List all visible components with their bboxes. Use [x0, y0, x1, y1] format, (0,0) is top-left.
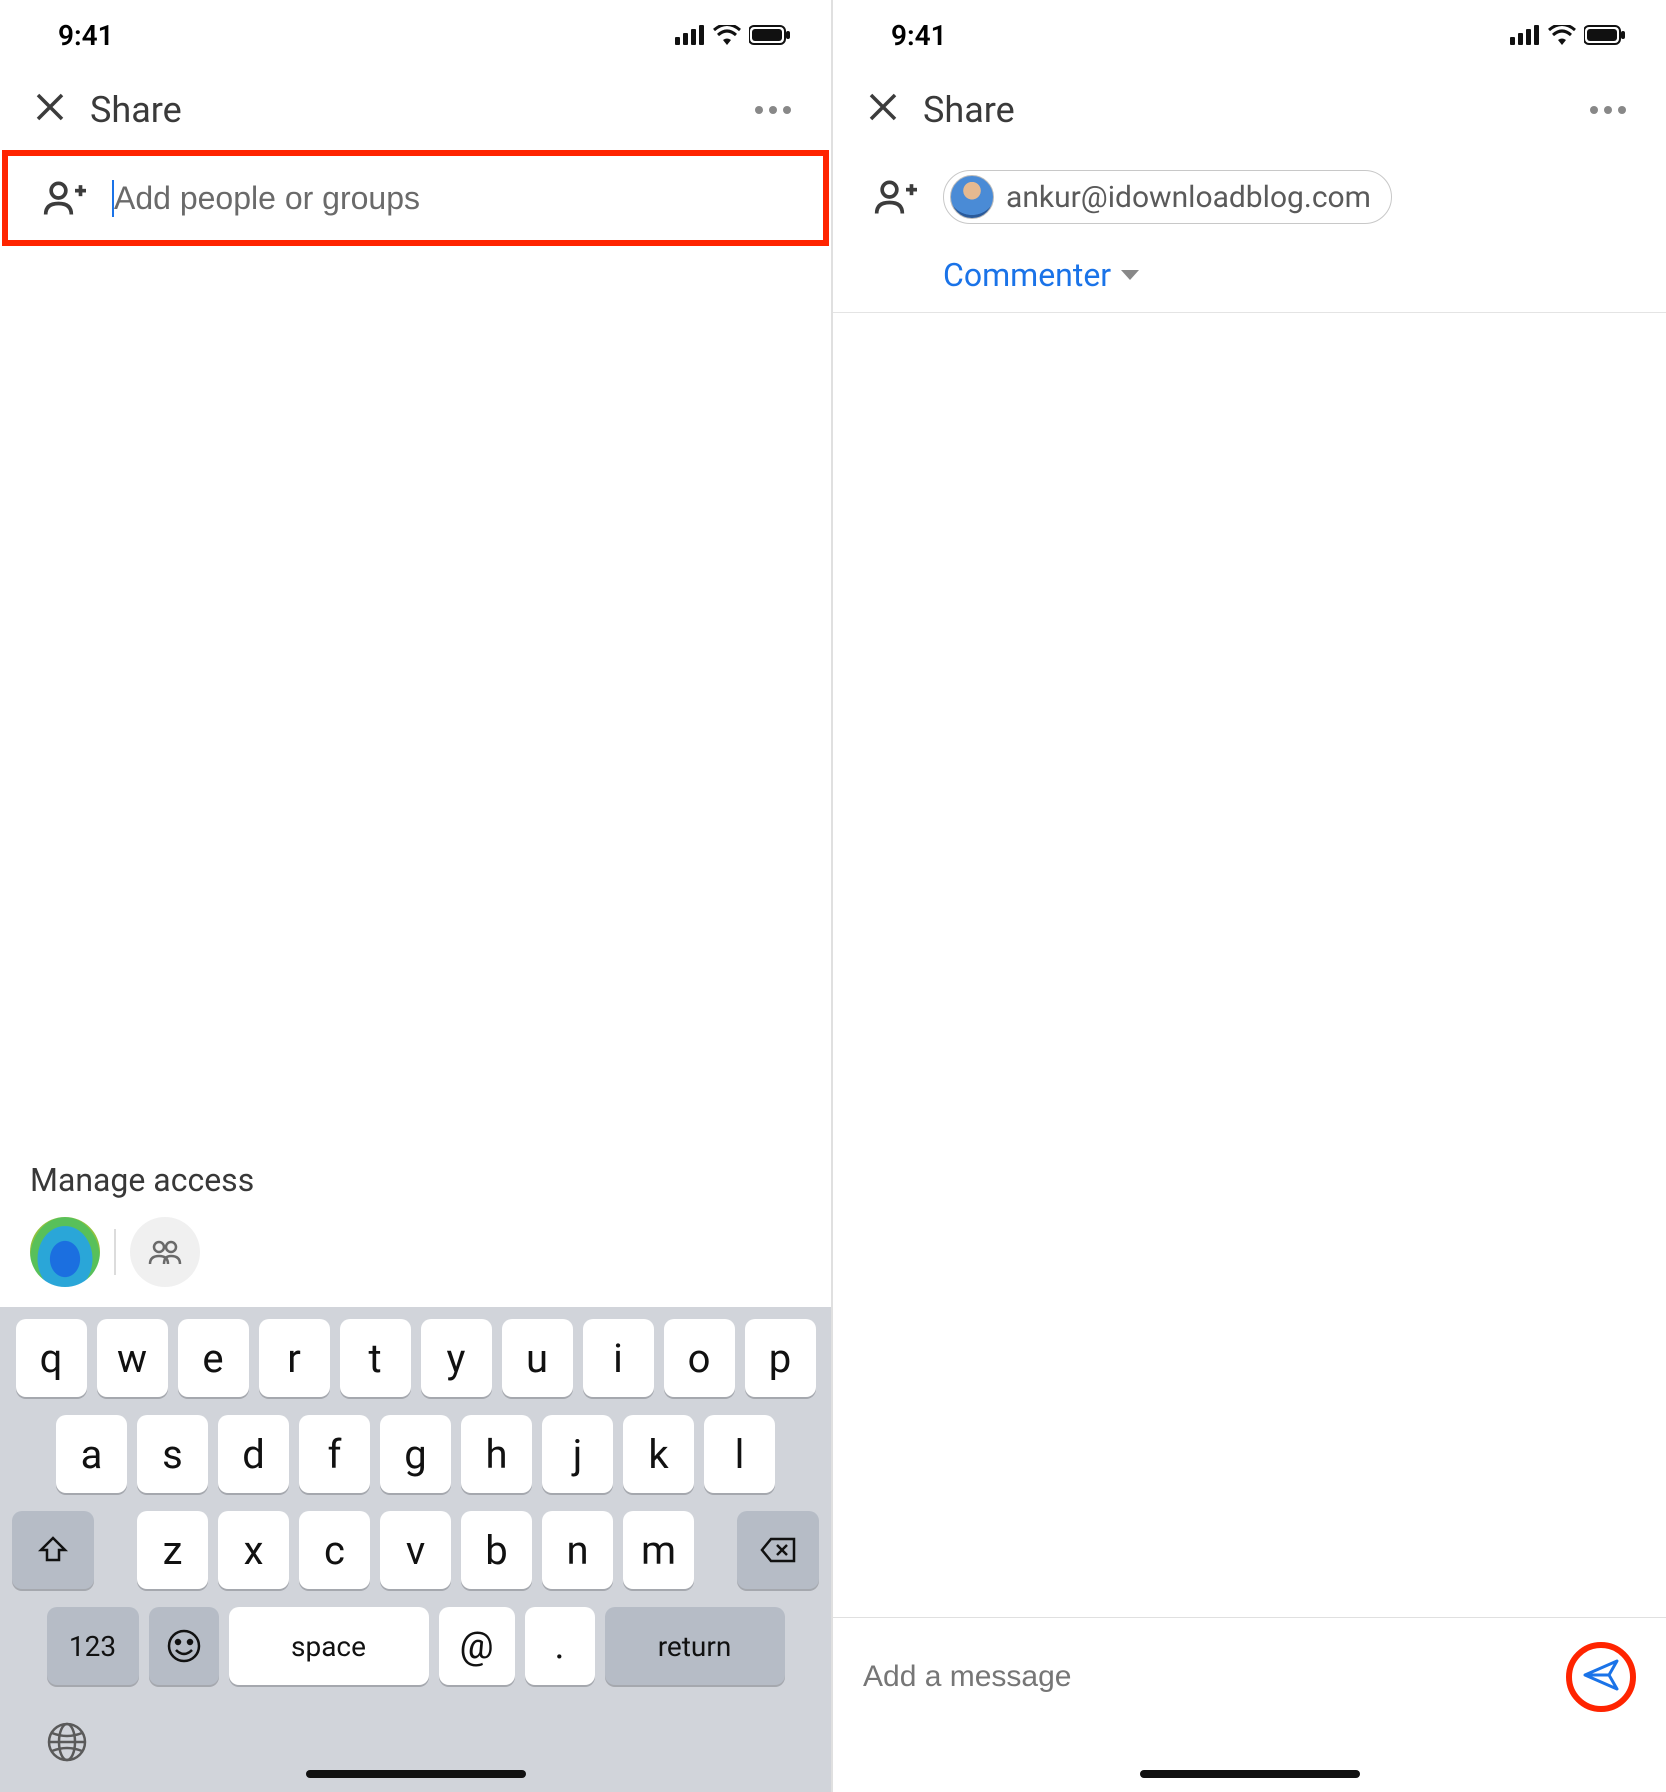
status-bar: 9:41	[833, 0, 1666, 70]
home-indicator[interactable]	[1140, 1770, 1360, 1778]
key-t[interactable]: t	[340, 1319, 411, 1397]
numbers-key[interactable]: 123	[47, 1607, 139, 1685]
home-indicator[interactable]	[306, 1770, 526, 1778]
group-avatar[interactable]	[130, 1217, 200, 1287]
key-l[interactable]: l	[704, 1415, 775, 1493]
add-people-row: ankur@idownloadblog.com	[833, 150, 1666, 244]
space-key[interactable]: space	[229, 1607, 429, 1685]
status-icons	[1510, 25, 1626, 45]
add-people-row[interactable]	[2, 150, 829, 246]
key-f[interactable]: f	[299, 1415, 370, 1493]
manage-access-avatars[interactable]	[30, 1217, 801, 1287]
phone-left: 9:41 Share Manage access	[0, 0, 833, 1792]
recipient-chip[interactable]: ankur@idownloadblog.com	[943, 170, 1392, 224]
empty-area	[0, 246, 831, 1161]
keyboard-row-4: 123 space @ . return	[6, 1607, 825, 1685]
role-dropdown[interactable]: Commenter	[943, 256, 1139, 294]
cellular-icon	[675, 25, 705, 45]
battery-icon	[749, 25, 791, 45]
key-n[interactable]: n	[542, 1511, 613, 1589]
page-title: Share	[923, 89, 1580, 131]
globe-key[interactable]	[46, 1721, 88, 1774]
wifi-icon	[713, 25, 741, 45]
person-add-icon	[42, 176, 86, 220]
recipient-chip-wrap: ankur@idownloadblog.com	[943, 170, 1392, 224]
close-button[interactable]	[30, 89, 70, 131]
recipient-email: ankur@idownloadblog.com	[1006, 180, 1371, 215]
keyboard-row-3: zxcvbnm	[6, 1511, 825, 1589]
phone-right: 9:41 Share ankur@idownloadblog.com Comme…	[833, 0, 1666, 1792]
empty-area	[833, 313, 1666, 1617]
battery-icon	[1584, 25, 1626, 45]
key-u[interactable]: u	[502, 1319, 573, 1397]
send-button-highlight	[1566, 1642, 1636, 1712]
keyboard-bottom-row	[6, 1703, 825, 1774]
key-q[interactable]: q	[16, 1319, 87, 1397]
status-bar: 9:41	[0, 0, 831, 70]
close-icon	[35, 92, 65, 122]
compose-bar	[833, 1617, 1666, 1792]
manage-access-label: Manage access	[30, 1161, 801, 1199]
person-add-icon	[873, 175, 917, 219]
role-label: Commenter	[943, 256, 1111, 294]
cellular-icon	[1510, 25, 1540, 45]
backspace-icon	[759, 1536, 797, 1564]
avatar-divider	[114, 1229, 116, 1275]
page-title: Share	[90, 89, 745, 131]
more-menu-button[interactable]	[745, 96, 801, 124]
message-input[interactable]	[863, 1660, 1554, 1694]
key-p[interactable]: p	[745, 1319, 816, 1397]
key-y[interactable]: y	[421, 1319, 492, 1397]
emoji-key[interactable]	[149, 1607, 219, 1685]
globe-icon	[46, 1721, 88, 1763]
role-row: Commenter	[833, 244, 1666, 313]
send-icon	[1581, 1655, 1621, 1695]
wifi-icon	[1548, 25, 1576, 45]
header: Share	[833, 70, 1666, 150]
add-people-input[interactable]	[112, 180, 799, 217]
close-button[interactable]	[863, 89, 903, 131]
key-v[interactable]: v	[380, 1511, 451, 1589]
more-menu-button[interactable]	[1580, 96, 1636, 124]
close-icon	[868, 92, 898, 122]
status-icons	[675, 25, 791, 45]
key-e[interactable]: e	[178, 1319, 249, 1397]
key-i[interactable]: i	[583, 1319, 654, 1397]
keyboard-row-2: asdfghjkl	[6, 1415, 825, 1493]
key-k[interactable]: k	[623, 1415, 694, 1493]
key-w[interactable]: w	[97, 1319, 168, 1397]
key-z[interactable]: z	[137, 1511, 208, 1589]
key-j[interactable]: j	[542, 1415, 613, 1493]
key-a[interactable]: a	[56, 1415, 127, 1493]
return-key[interactable]: return	[605, 1607, 785, 1685]
key-h[interactable]: h	[461, 1415, 532, 1493]
manage-access-section: Manage access	[0, 1161, 831, 1307]
send-button[interactable]	[1581, 1655, 1621, 1699]
at-key[interactable]: @	[439, 1607, 515, 1685]
key-o[interactable]: o	[664, 1319, 735, 1397]
backspace-key[interactable]	[737, 1511, 819, 1589]
key-s[interactable]: s	[137, 1415, 208, 1493]
recipient-avatar	[950, 175, 994, 219]
chevron-down-icon	[1121, 270, 1139, 280]
key-b[interactable]: b	[461, 1511, 532, 1589]
status-time: 9:41	[891, 19, 947, 52]
status-time: 9:41	[58, 19, 114, 52]
key-c[interactable]: c	[299, 1511, 370, 1589]
owner-avatar[interactable]	[30, 1217, 100, 1287]
header: Share	[0, 70, 831, 150]
ios-keyboard: qwertyuiop asdfghjkl zxcvbnm 123 space @…	[0, 1307, 831, 1792]
keyboard-row-1: qwertyuiop	[6, 1319, 825, 1397]
shift-key[interactable]	[12, 1511, 94, 1589]
period-key[interactable]: .	[525, 1607, 595, 1685]
key-g[interactable]: g	[380, 1415, 451, 1493]
shift-icon	[37, 1534, 69, 1566]
group-icon	[147, 1238, 183, 1266]
key-d[interactable]: d	[218, 1415, 289, 1493]
emoji-icon	[166, 1628, 202, 1664]
key-x[interactable]: x	[218, 1511, 289, 1589]
key-r[interactable]: r	[259, 1319, 330, 1397]
key-m[interactable]: m	[623, 1511, 694, 1589]
